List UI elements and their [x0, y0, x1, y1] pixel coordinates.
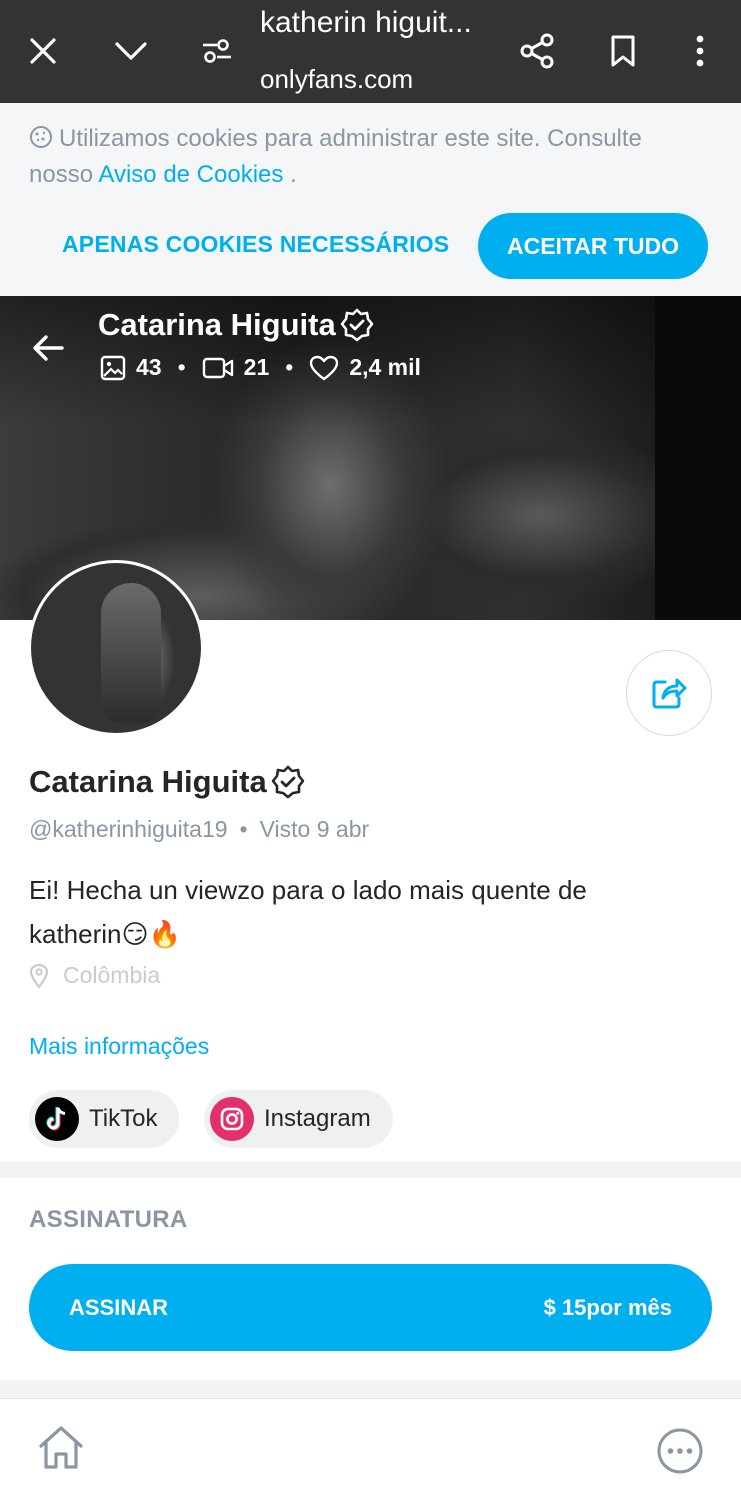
instagram-link[interactable]: Instagram [204, 1090, 393, 1148]
section-divider [0, 1162, 741, 1178]
bio-line: Ei! Hecha un viewzo para o lado mais que… [29, 875, 587, 905]
location-text: Colômbia [63, 962, 161, 988]
share-external-icon [652, 678, 687, 709]
cookie-text-after: . [283, 161, 297, 188]
photos-count: 43 [136, 354, 162, 380]
subscribe-price: $ 15por mês [543, 1294, 672, 1320]
stats-separator: • [177, 354, 186, 380]
cover-name-text: Catarina Higuita [98, 307, 336, 342]
back-arrow-icon[interactable] [28, 328, 68, 368]
chevron-down-icon[interactable] [106, 26, 156, 76]
tiktok-icon [35, 1097, 79, 1141]
close-icon[interactable] [18, 26, 68, 76]
more-horizontal-icon[interactable] [656, 1427, 704, 1475]
accept-all-button[interactable]: ACEITAR TUDO [478, 213, 708, 279]
share-icon[interactable] [512, 26, 562, 76]
more-info-link[interactable]: Mais informações [29, 1033, 209, 1060]
profile-location: Colômbia [29, 962, 160, 989]
avatar[interactable] [28, 560, 204, 736]
bottom-navigation [0, 1398, 741, 1500]
cookie-notice-link[interactable]: Aviso de Cookies [98, 161, 283, 188]
subscribe-label: ASSINAR [69, 1294, 169, 1320]
home-icon[interactable] [36, 1423, 86, 1473]
cookie-message: Utilizamos cookies para administrar este… [29, 121, 709, 193]
bookmark-icon[interactable] [598, 26, 648, 76]
subscribe-button[interactable]: ASSINAR $ 15por mês [29, 1264, 712, 1351]
video-icon [202, 357, 233, 378]
cover-shadow [655, 296, 741, 620]
likes-count: 2,4 mil [349, 354, 421, 380]
tiktok-label: TikTok [89, 1105, 158, 1132]
tiktok-link[interactable]: TikTok [29, 1090, 180, 1148]
cover-profile-name: Catarina Higuita [98, 307, 374, 343]
profile-handle-line: @katherinhiguita19 • Visto 9 abr [29, 816, 369, 843]
bio-line: katherin😏🔥 [29, 919, 181, 949]
browser-url[interactable]: onlyfans.com [260, 64, 413, 95]
section-divider [0, 1380, 741, 1398]
instagram-icon [210, 1097, 254, 1141]
subscription-section-title: ASSINATURA [29, 1206, 188, 1233]
cover-stats: 43 • 21 • 2,4 mil [100, 354, 421, 381]
necessary-cookies-button[interactable]: APENAS COOKIES NECESSÁRIOS [62, 229, 449, 259]
page-settings-icon[interactable] [192, 26, 242, 76]
profile-name-text: Catarina Higuita [29, 764, 267, 799]
profile-handle: @katherinhiguita19 [29, 816, 228, 842]
location-pin-icon [29, 963, 49, 989]
videos-count: 21 [243, 354, 270, 380]
browser-toolbar: katherin higuit... onlyfans.com [0, 0, 741, 103]
avatar-photo [101, 583, 161, 723]
verified-icon [340, 308, 374, 342]
more-vertical-icon[interactable] [675, 26, 725, 76]
share-profile-button[interactable] [626, 650, 712, 736]
profile-bio: Ei! Hecha un viewzo para o lado mais que… [29, 868, 709, 956]
instagram-label: Instagram [264, 1105, 371, 1132]
profile-name: Catarina Higuita [29, 764, 305, 800]
cookie-icon [30, 126, 52, 148]
browser-page-title[interactable]: katherin higuit... [260, 6, 472, 40]
heart-icon [310, 355, 339, 380]
handle-separator: • [239, 816, 248, 842]
verified-icon [271, 765, 305, 799]
stats-separator: • [285, 354, 294, 380]
image-icon [100, 355, 126, 380]
last-seen: Visto 9 abr [259, 816, 370, 842]
